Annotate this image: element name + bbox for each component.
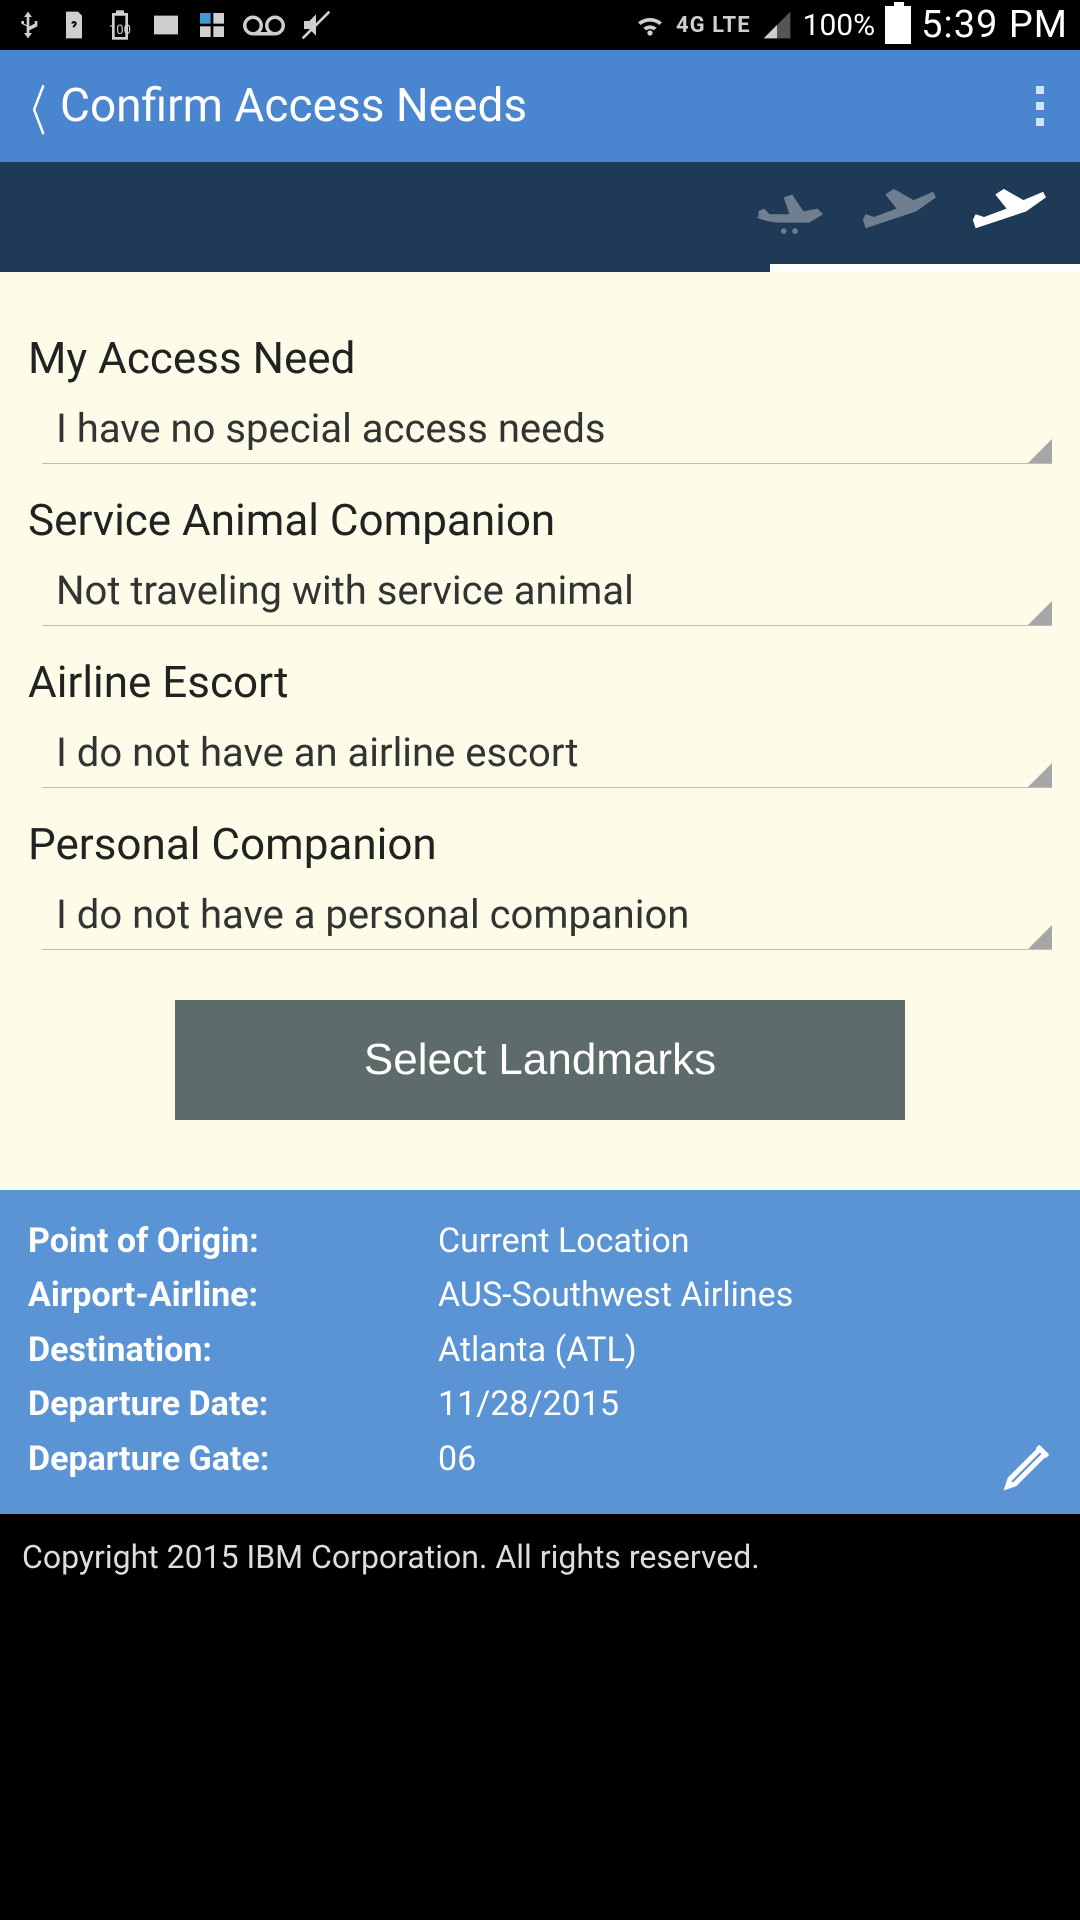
summary-row: Destination: Atlanta (ATL) [28, 1323, 1052, 1377]
airline-escort-spinner[interactable]: I do not have an airline escort [42, 718, 1052, 788]
airline-escort-value: I do not have an airline escort [56, 729, 578, 776]
access-need-value: I have no special access needs [56, 405, 606, 452]
summary-label-gate: Departure Gate: [28, 1432, 438, 1486]
access-need-label: My Access Need [28, 332, 1052, 384]
step-2-plane-transit-icon[interactable] [860, 187, 950, 247]
document-unknown-icon [58, 9, 90, 41]
summary-row: Airport-Airline: AUS-Southwest Airlines [28, 1268, 1052, 1322]
summary-value-airline: AUS-Southwest Airlines [438, 1268, 1052, 1322]
picture-icon [150, 9, 182, 41]
wifi-icon [634, 9, 666, 41]
battery-percent-label: 100% [803, 8, 876, 43]
footer: Copyright 2015 IBM Corporation. All righ… [0, 1514, 1080, 1600]
chevron-left-icon: 〈 [14, 67, 46, 146]
summary-value-date: 11/28/2015 [438, 1377, 1052, 1431]
page-title: Confirm Access Needs [60, 79, 1010, 133]
main-form: My Access Need I have no special access … [0, 272, 1080, 1190]
edit-summary-button[interactable] [1000, 1434, 1060, 1494]
battery-icon [885, 6, 911, 44]
status-bar: 100 4G LTE 100% 5:39 [0, 0, 1080, 50]
personal-companion-spinner[interactable]: I do not have a personal companion [42, 880, 1052, 950]
summary-row: Point of Origin: Current Location [28, 1214, 1052, 1268]
step-1-plane-landing-icon[interactable] [750, 187, 840, 247]
network-type-label: 4G LTE [676, 13, 751, 38]
summary-row: Departure Gate: 06 [28, 1432, 1052, 1486]
service-animal-spinner[interactable]: Not traveling with service animal [42, 556, 1052, 626]
dropdown-triangle-icon [1028, 439, 1052, 463]
summary-label-destination: Destination: [28, 1323, 438, 1377]
service-animal-label: Service Animal Companion [28, 494, 1052, 546]
dropdown-triangle-icon [1028, 763, 1052, 787]
overflow-icon [1036, 86, 1044, 94]
battery-small-icon: 100 [104, 9, 136, 41]
service-animal-value: Not traveling with service animal [56, 567, 634, 614]
summary-value-origin: Current Location [438, 1214, 1052, 1268]
voicemail-icon [242, 9, 286, 41]
summary-label-date: Departure Date: [28, 1377, 438, 1431]
active-tab-indicator [770, 264, 1080, 272]
apps-icon [196, 9, 228, 41]
dropdown-triangle-icon [1028, 601, 1052, 625]
overflow-menu-button[interactable] [1010, 50, 1070, 162]
dropdown-triangle-icon [1028, 925, 1052, 949]
step-3-plane-takeoff-icon[interactable] [970, 187, 1060, 247]
summary-value-destination: Atlanta (ATL) [438, 1323, 1052, 1377]
clock-label: 5:39 PM [921, 3, 1068, 47]
select-landmarks-button[interactable]: Select Landmarks [175, 1000, 905, 1120]
copyright-text: Copyright 2015 IBM Corporation. All righ… [22, 1538, 760, 1576]
access-need-spinner[interactable]: I have no special access needs [42, 394, 1052, 464]
pencil-icon [1000, 1434, 1060, 1494]
personal-companion-label: Personal Companion [28, 818, 1052, 870]
usb-icon [12, 9, 44, 41]
summary-label-origin: Point of Origin: [28, 1214, 438, 1268]
progress-tab-strip [0, 162, 1080, 272]
signal-icon [761, 9, 793, 41]
summary-value-gate: 06 [438, 1432, 1052, 1486]
airline-escort-label: Airline Escort [28, 656, 1052, 708]
summary-row: Departure Date: 11/28/2015 [28, 1377, 1052, 1431]
mute-icon [300, 9, 332, 41]
app-bar: 〈 Confirm Access Needs [0, 50, 1080, 162]
summary-label-airline: Airport-Airline: [28, 1268, 438, 1322]
personal-companion-value: I do not have a personal companion [56, 891, 689, 938]
back-button[interactable]: 〈 [0, 50, 60, 162]
trip-summary-panel: Point of Origin: Current Location Airpor… [0, 1190, 1080, 1514]
